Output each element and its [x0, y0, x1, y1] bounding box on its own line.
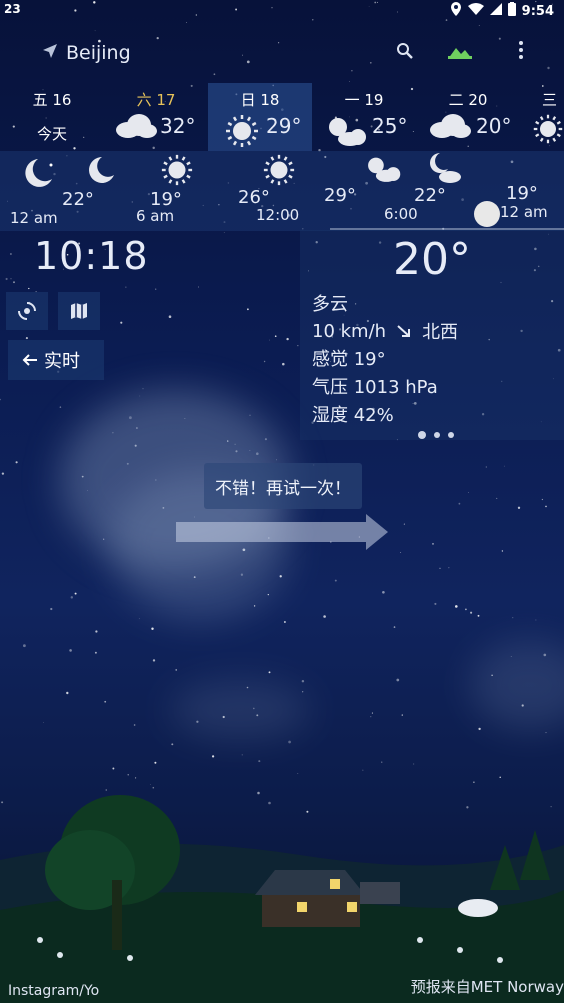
- wind-speed: 10 km/h: [312, 320, 387, 342]
- hour-temp: 19°: [506, 183, 538, 204]
- hour-time: 12 am: [10, 209, 58, 227]
- wind-direction-arrow-icon: [397, 325, 411, 337]
- hour-temp: 26°: [238, 187, 270, 208]
- hourly-forecast-strip[interactable]: 22° 19° 26° 29° 22° 19° 12 am 6 am 12:00…: [0, 151, 564, 231]
- navigation-arrow-icon: [42, 42, 58, 64]
- hour-time: 6 am: [136, 207, 175, 225]
- clock-status: 9:54: [521, 3, 554, 19]
- app-top-bar: Beijing: [0, 32, 564, 76]
- partly-sunny-icon: [368, 157, 401, 182]
- cloud-icon: [430, 114, 471, 138]
- hour-temp: 22°: [62, 189, 94, 210]
- cloud-decoration: [470, 640, 564, 730]
- timeline-slider-knob[interactable]: [474, 201, 500, 227]
- day-temp: 25°: [372, 114, 408, 138]
- moon-icon: [89, 157, 114, 183]
- sun-icon: [263, 154, 295, 186]
- day-temp: 20°: [476, 114, 512, 138]
- day-item[interactable]: 六 17 32°: [104, 83, 208, 151]
- swipe-hint-arrow-icon: [176, 514, 388, 550]
- page-dot-active: [418, 431, 426, 439]
- hour-time: 12:00: [256, 206, 300, 224]
- day-item[interactable]: 二 20 20°: [416, 83, 520, 151]
- cloud-decoration: [170, 680, 310, 740]
- search-button[interactable]: [396, 42, 418, 64]
- moon-icon: [25, 159, 53, 187]
- realtime-back-button[interactable]: 实时: [8, 340, 104, 380]
- landscape-illustration: [0, 795, 564, 1003]
- hour-time: 6:00: [384, 205, 418, 223]
- status-bar: 23 9:54: [0, 0, 564, 22]
- current-temperature: 20°: [393, 234, 471, 285]
- arrow-back-icon: [22, 354, 37, 366]
- wind-direction: 北西: [422, 322, 459, 343]
- hour-temp: 22°: [414, 185, 446, 206]
- radar-button[interactable]: [6, 292, 48, 330]
- moon-cloud-icon: [430, 153, 461, 183]
- location-selector[interactable]: Beijing: [42, 42, 131, 64]
- day-temp: 32°: [160, 114, 196, 138]
- day-label: 六 17: [136, 91, 176, 109]
- day-label: 日 18: [240, 91, 280, 109]
- daily-forecast-strip: 五 16 今天 六 17 32° 日 18 29° 一 19 25° 二 20 …: [0, 83, 564, 151]
- hour-time: 12 am: [500, 203, 548, 221]
- hour-temp: 29°: [324, 185, 356, 206]
- more-options-button[interactable]: [518, 40, 530, 64]
- city-name: Beijing: [66, 42, 131, 64]
- day-temp: 29°: [266, 114, 302, 138]
- notification-count: 23: [4, 2, 21, 16]
- page-indicator: [418, 431, 454, 439]
- day-item-selected[interactable]: 日 18 29°: [208, 83, 312, 151]
- feels-like: 感觉 19°: [312, 349, 386, 370]
- forecast-source[interactable]: 预报来自MET Norway: [411, 976, 564, 997]
- battery-icon: [507, 2, 516, 20]
- day-label: 二 20: [448, 91, 488, 109]
- sun-icon: [533, 114, 563, 144]
- wind-row: 10 km/h 北西: [312, 318, 458, 344]
- day-label: 一 19: [344, 91, 384, 109]
- day-item[interactable]: 一 19 25°: [312, 83, 416, 151]
- radar-icon: [18, 302, 36, 320]
- day-sub-label: 今天: [36, 125, 67, 143]
- background-button[interactable]: [448, 41, 472, 63]
- sun-icon: [161, 154, 193, 186]
- day-label: 三: [542, 91, 558, 109]
- location-status-icon: [450, 2, 462, 20]
- more-vert-icon: [519, 41, 523, 59]
- realtime-label: 实时: [44, 351, 80, 372]
- pressure: 气压 1013 hPa: [312, 377, 438, 398]
- page-dot: [448, 432, 454, 438]
- humidity: 湿度 42%: [312, 405, 394, 426]
- map-icon: [71, 303, 87, 319]
- landscape-icon: [448, 48, 472, 59]
- photo-credit[interactable]: Instagram/Yo: [8, 983, 99, 999]
- cloud-icon: [116, 114, 157, 138]
- day-item-today[interactable]: 五 16 今天: [0, 83, 104, 151]
- page-dot: [434, 432, 440, 438]
- partly-sunny-icon: [329, 118, 366, 146]
- signal-icon: [489, 3, 502, 19]
- current-time: 10:18: [34, 234, 149, 278]
- search-icon: [397, 43, 413, 59]
- day-item[interactable]: 三: [520, 83, 564, 151]
- wifi-icon: [467, 3, 484, 19]
- condition-text: 多云: [312, 294, 348, 315]
- tutorial-tooltip: 不错！再试一次！: [204, 463, 362, 509]
- map-button[interactable]: [58, 292, 100, 330]
- day-label: 五 16: [32, 91, 72, 109]
- sun-icon: [226, 115, 258, 147]
